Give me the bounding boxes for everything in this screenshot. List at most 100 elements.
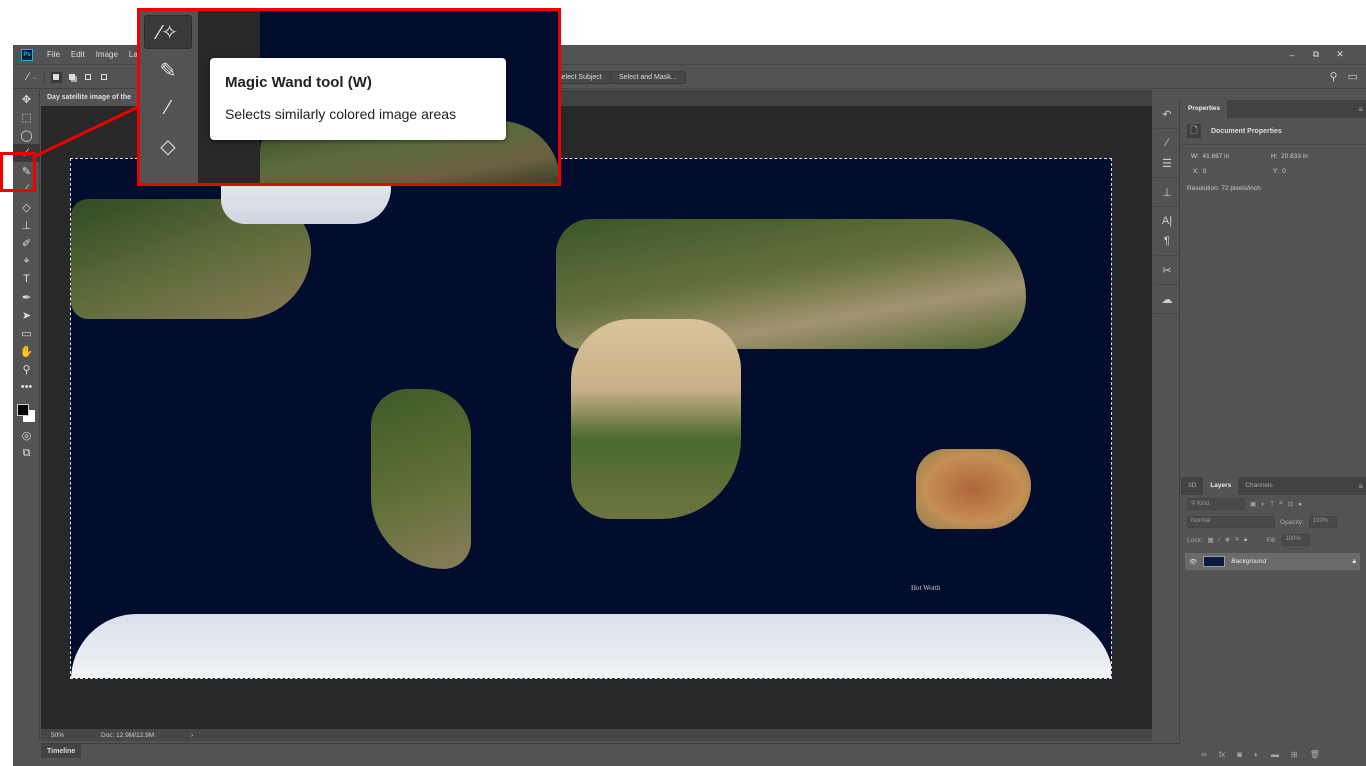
tool-marquee[interactable]: ⬚ — [13, 108, 40, 126]
filter-toggle[interactable]: ● — [1298, 501, 1302, 508]
filter-smart-icon[interactable]: ⊡ — [1288, 500, 1293, 508]
tool-move[interactable]: ✥ — [13, 90, 40, 108]
callout-paint-bucket-icon[interactable]: ◇ — [144, 129, 192, 163]
width-field[interactable]: W: 41.667 in — [1191, 153, 1271, 160]
lock-image-icon[interactable]: ⁄ — [1219, 537, 1220, 544]
tab-layers[interactable]: Layers — [1203, 477, 1239, 495]
document-tab[interactable]: Day satellite image of the — [41, 90, 141, 106]
delete-layer-icon[interactable]: 🗑︎ — [1310, 750, 1320, 759]
zoom-icon: ⚲ — [22, 363, 31, 376]
timeline-tab[interactable]: Timeline — [41, 744, 82, 758]
callout-magic-wand-icon[interactable]: ⁄✧ — [144, 15, 192, 49]
opacity-label: Opacity: — [1280, 518, 1304, 526]
screen-mode-icon[interactable]: ⧉ — [13, 444, 40, 462]
map-africa — [571, 319, 741, 519]
tool-presets-icon[interactable]: ✂ — [1154, 260, 1180, 280]
pen-icon: ✒ — [21, 291, 32, 304]
filter-pixel-icon[interactable]: ▣ — [1250, 500, 1256, 508]
status-menu-arrow[interactable]: › — [191, 732, 193, 739]
visibility-eye-icon[interactable]: 👁︎ — [1189, 558, 1197, 566]
path-selection-icon: ➤ — [21, 309, 32, 322]
minimize-button[interactable]: – — [1280, 47, 1304, 62]
layers-panel: 3D Layers Channels ≡ ⚲ Kind ▣ ◐ T ⌗ ⊡ ● … — [1181, 477, 1366, 570]
fill-input[interactable]: 100% — [1281, 534, 1310, 546]
callout-brush-icon[interactable]: ⁄ — [144, 91, 192, 125]
panel-menu-icon[interactable]: ≡ — [1358, 105, 1363, 114]
lock-transparent-icon[interactable]: ▦ — [1208, 536, 1214, 544]
close-button[interactable]: ✕ — [1328, 47, 1352, 62]
add-selection-button[interactable] — [67, 72, 78, 83]
filter-shape-icon[interactable]: ⌗ — [1279, 500, 1283, 508]
lock-all-icon[interactable]: 🔒︎ — [1244, 536, 1247, 544]
tooltip-description: Selects similarly colored image areas — [225, 106, 457, 122]
subtract-selection-button[interactable] — [83, 72, 94, 83]
history-icon[interactable]: ↶ — [1154, 104, 1180, 124]
menu-file[interactable]: File — [47, 50, 60, 59]
workspace-icon[interactable]: ▭ — [1348, 70, 1358, 83]
tool-more[interactable]: ••• — [13, 378, 40, 396]
brush-settings-icon[interactable]: ⁄ — [1154, 133, 1180, 153]
restore-button[interactable]: ⧉ — [1304, 47, 1328, 62]
lock-label: Lock: — [1187, 536, 1203, 544]
new-layer-icon[interactable]: ⊞ — [1291, 750, 1298, 759]
blend-mode-select[interactable]: Normal — [1187, 516, 1275, 528]
height-field[interactable]: H: 20.833 in — [1271, 153, 1351, 160]
y-field[interactable]: Y: 0 — [1271, 168, 1351, 175]
map-australia — [916, 449, 1031, 529]
new-group-icon[interactable]: ▬ — [1271, 750, 1279, 759]
tool-lasso[interactable]: ◯ — [13, 126, 40, 144]
color-swatches[interactable] — [13, 396, 40, 426]
tool-type[interactable]: T — [13, 270, 40, 288]
tool-eraser[interactable]: ✐ — [13, 234, 40, 252]
paint-bucket-icon: ◇ — [22, 201, 31, 214]
select-and-mask-button[interactable]: Select and Mask... — [610, 71, 686, 84]
tab-properties[interactable]: Properties — [1181, 100, 1228, 118]
layer-name[interactable]: Background — [1231, 558, 1346, 565]
tool-paint-bucket[interactable]: ◇ — [13, 198, 40, 216]
paragraph-icon[interactable]: ¶ — [1154, 231, 1180, 251]
layer-row[interactable]: 👁︎ Background 🔒︎ — [1185, 553, 1360, 570]
tool-hand[interactable]: ✋ — [13, 342, 40, 360]
callout-eyedropper-icon[interactable]: ✎ — [144, 53, 192, 87]
link-layers-icon[interactable]: ∞ — [1201, 750, 1207, 759]
tool-rectangle[interactable]: ▭ — [13, 324, 40, 342]
tool-path-selection[interactable]: ➤ — [13, 306, 40, 324]
adjustments-icon[interactable]: ☰ — [1154, 153, 1180, 173]
add-mask-icon[interactable]: ◙ — [1237, 750, 1242, 759]
x-field[interactable]: X: 0 — [1191, 168, 1271, 175]
intersect-selection-button[interactable] — [99, 72, 110, 83]
filter-adjustment-icon[interactable]: ◐ — [1261, 501, 1265, 508]
tool-clone-stamp[interactable]: ⊥ — [13, 216, 40, 234]
foreground-color[interactable] — [17, 404, 29, 416]
kind-filter-select[interactable]: ⚲ Kind — [1187, 498, 1245, 510]
highlight-box-magic-wand — [0, 152, 36, 192]
zoom-level[interactable]: 50% — [41, 732, 101, 739]
layer-filter-row: ⚲ Kind ▣ ◐ T ⌗ ⊡ ● — [1181, 495, 1366, 513]
opacity-input[interactable]: 100% — [1308, 516, 1337, 528]
tool-pen[interactable]: ✒ — [13, 288, 40, 306]
filter-type-icon[interactable]: T — [1270, 501, 1274, 508]
eraser-icon: ✐ — [21, 237, 32, 250]
fx-icon[interactable]: fx — [1219, 750, 1225, 759]
tool-burn[interactable]: ⌖ — [13, 252, 40, 270]
move-icon: ✥ — [21, 93, 32, 106]
quick-mask-icon[interactable]: ◎ — [13, 426, 40, 444]
lock-position-icon[interactable]: ✥ — [1225, 536, 1230, 544]
document-area: Day satellite image of the Hot Worth — [41, 90, 1152, 740]
lock-artboard-icon[interactable]: ⌗ — [1235, 536, 1239, 544]
chevron-down-icon[interactable]: ⌄ — [32, 73, 38, 81]
new-selection-button[interactable] — [50, 71, 62, 83]
menu-image[interactable]: Image — [96, 50, 118, 59]
menu-edit[interactable]: Edit — [71, 50, 85, 59]
magic-wand-icon[interactable]: ⁄ — [27, 71, 29, 83]
tab-3d[interactable]: 3D — [1181, 477, 1203, 495]
layers-menu-icon[interactable]: ≡ — [1358, 482, 1363, 491]
tab-channels[interactable]: Channels — [1238, 477, 1279, 495]
clone-source-icon[interactable]: ⊥ — [1154, 182, 1180, 202]
libraries-icon[interactable]: ☁ — [1154, 289, 1180, 309]
canvas-world-map[interactable]: Hot Worth — [70, 158, 1112, 679]
tool-zoom[interactable]: ⚲ — [13, 360, 40, 378]
adjustment-layer-icon[interactable]: ◐ — [1254, 750, 1259, 759]
search-icon[interactable]: ⚲ — [1330, 70, 1338, 83]
character-icon[interactable]: A| — [1154, 211, 1180, 231]
